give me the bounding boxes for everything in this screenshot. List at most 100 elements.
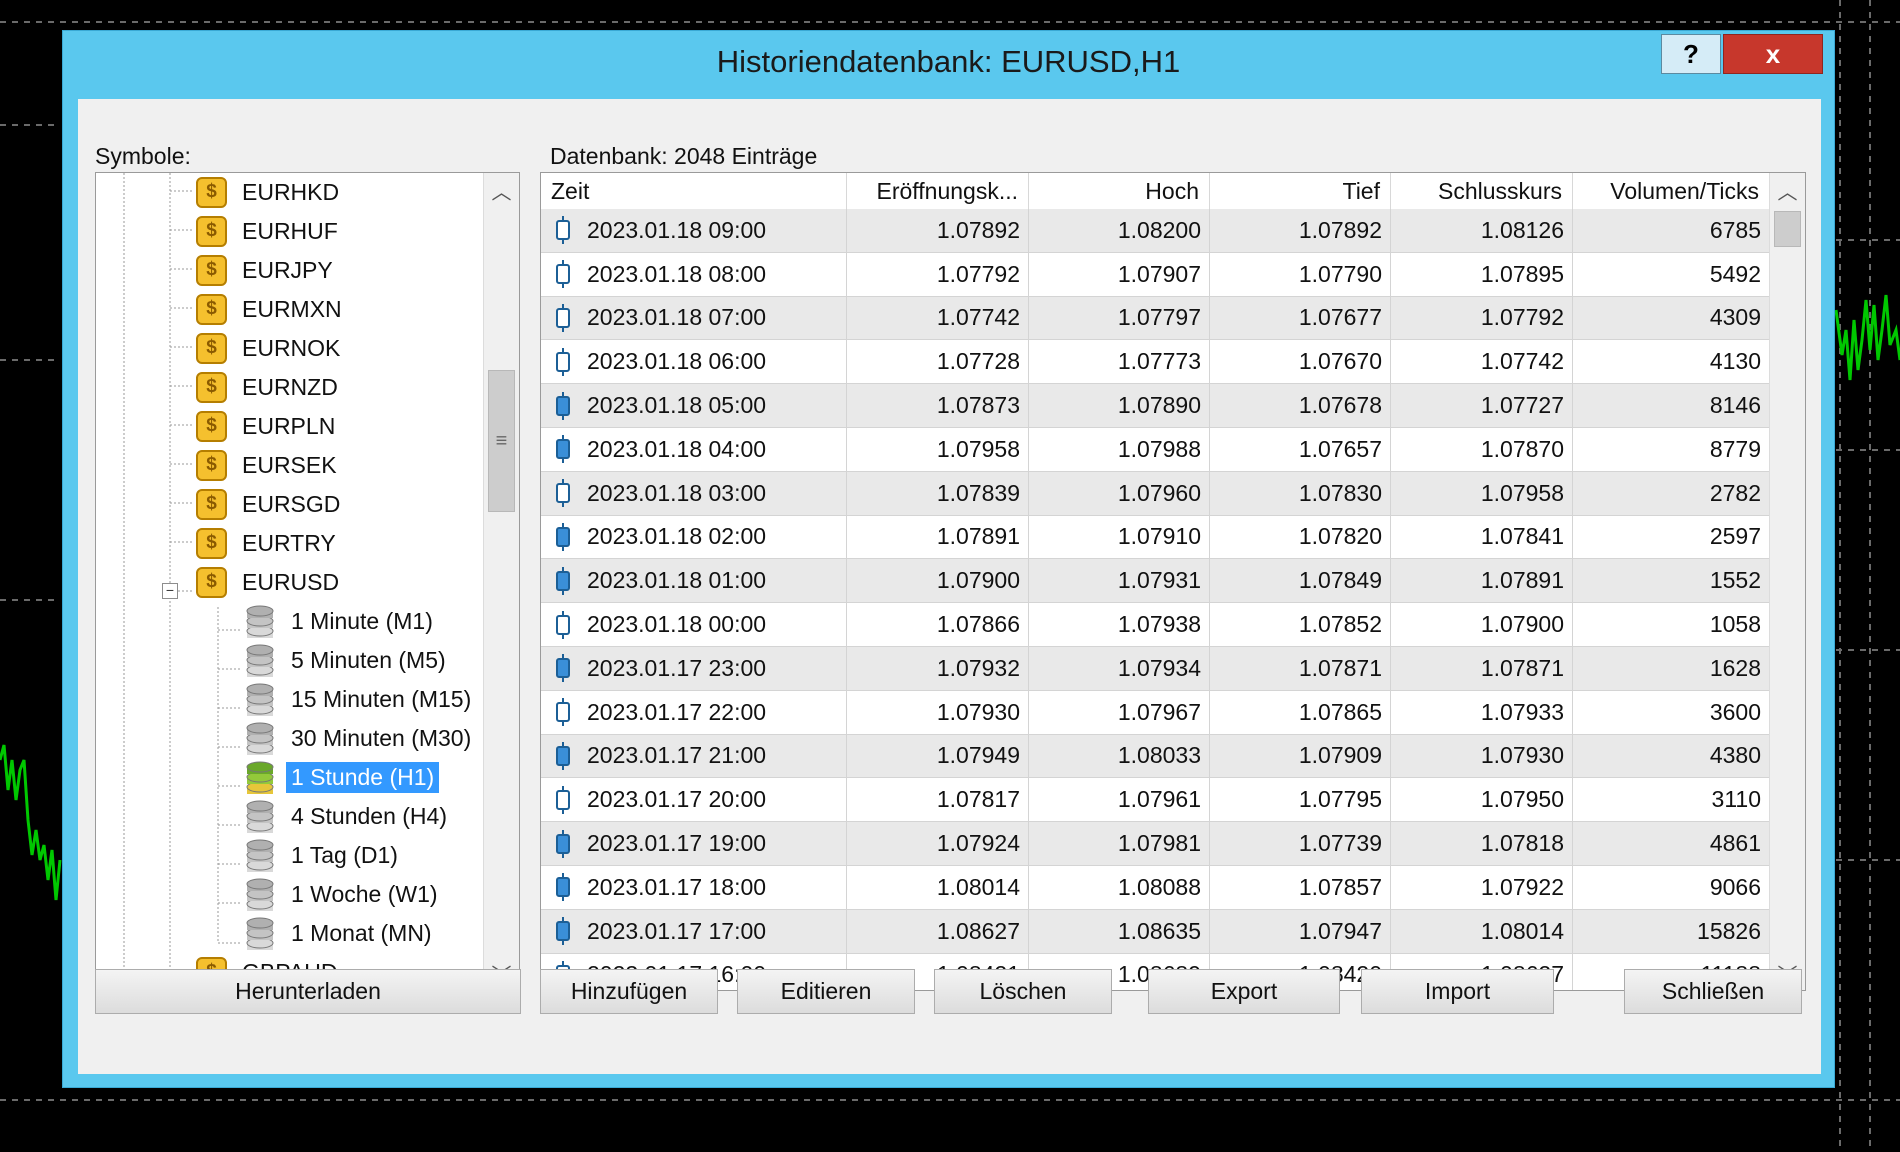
column-header[interactable]: Schlusskurs	[1391, 173, 1573, 209]
table-row[interactable]: 2023.01.18 02:00 1.07891 1.07910 1.07820 1.0…	[541, 515, 1770, 560]
tree-symbol-9[interactable]: $ EURTRY	[196, 524, 341, 562]
table-cell: 1.07909	[1210, 734, 1391, 779]
table-row[interactable]: 2023.01.18 07:00 1.07742 1.07797 1.07677 1.0…	[541, 296, 1770, 341]
table-cell: 4380	[1573, 734, 1770, 779]
table-row[interactable]: 2023.01.18 04:00 1.07958 1.07988 1.07657 1.0…	[541, 427, 1770, 472]
table-row[interactable]: 2023.01.17 23:00 1.07932 1.07934 1.07871 1.0…	[541, 646, 1770, 691]
table-cell: 1.07857	[1210, 865, 1391, 910]
database-icon	[246, 605, 274, 638]
table-cell: 2023.01.18 05:00	[541, 384, 847, 428]
table-cell: 1.07958	[1391, 471, 1573, 516]
table-row[interactable]: 2023.01.18 03:00 1.07839 1.07960 1.07830 1.0…	[541, 471, 1770, 516]
table-cell: 1.08635	[1029, 909, 1210, 954]
column-header[interactable]: Tief	[1210, 173, 1391, 209]
tree-timeframe-7[interactable]: 1 Woche (W1)	[244, 875, 443, 913]
download-button[interactable]: Herunterladen	[95, 969, 521, 1014]
edit-button[interactable]: Editieren	[737, 969, 915, 1014]
table-row[interactable]: 2023.01.17 17:00 1.08627 1.08635 1.07947 1.0…	[541, 909, 1770, 954]
table-cell: 2023.01.18 07:00	[541, 296, 847, 341]
table-scrollbar[interactable]: ︿ ﹀	[1769, 173, 1805, 990]
add-button[interactable]: Hinzufügen	[540, 969, 718, 1014]
table-row[interactable]: 2023.01.18 09:00 1.07892 1.08200 1.07892 1.0…	[541, 209, 1770, 253]
tree-timeframe-label: 15 Minuten (M15)	[291, 685, 472, 712]
column-header[interactable]: Volumen/Ticks	[1573, 173, 1770, 209]
table-row[interactable]: 2023.01.17 19:00 1.07924 1.07981 1.07739 1.0…	[541, 822, 1770, 866]
history-table[interactable]: Zeit Eröffnungsk... Hoch Tief Schlusskurs Vol…	[540, 172, 1806, 991]
table-row[interactable]: 2023.01.17 18:00 1.08014 1.08088 1.07857 1.0…	[541, 865, 1770, 910]
tree-symbol-label: EURMXN	[242, 295, 342, 322]
tree-timeframe-5[interactable]: 4 Stunden (H4)	[244, 797, 452, 835]
tree-timeframe-8[interactable]: 1 Monat (MN)	[244, 914, 437, 952]
close-window-button[interactable]: x	[1723, 34, 1823, 74]
table-cell: 1.07924	[847, 822, 1029, 866]
export-button[interactable]: Export	[1148, 969, 1340, 1014]
tree-symbol-5[interactable]: $ EURNZD	[196, 368, 343, 406]
table-row[interactable]: 2023.01.18 06:00 1.07728 1.07773 1.07670 1.0…	[541, 340, 1770, 385]
scroll-up-icon[interactable]: ︿	[1770, 173, 1805, 207]
table-row[interactable]: 2023.01.17 22:00 1.07930 1.07967 1.07865 1.0…	[541, 690, 1770, 735]
table-cell: 1.07960	[1029, 471, 1210, 516]
table-cell: 8779	[1573, 427, 1770, 472]
tree-timeframe-4[interactable]: 1 Stunde (H1)	[244, 758, 440, 796]
table-cell: 2023.01.18 08:00	[541, 252, 847, 297]
database-icon	[246, 800, 274, 833]
time-value: 2023.01.18 05:00	[587, 392, 767, 419]
scroll-up-icon[interactable]: ︿	[484, 173, 519, 207]
tree-symbol-3[interactable]: $ EURMXN	[196, 290, 347, 328]
symbol-tree[interactable]: − $ EURHKD $ EURHUF $ EURJPY $ EURMXN $ EURNOK $ EU…	[95, 172, 520, 991]
tree-timeframe-0[interactable]: 1 Minute (M1)	[244, 602, 438, 640]
table-row[interactable]: 2023.01.17 20:00 1.07817 1.07961 1.07795 1.0…	[541, 778, 1770, 823]
table-cell: 1.07852	[1210, 603, 1391, 647]
collapse-eurusd-icon[interactable]: −	[162, 583, 178, 599]
tree-scrollbar[interactable]: ︿ ≡ ﹀	[483, 173, 519, 990]
tree-timeframe-2[interactable]: 15 Minuten (M15)	[244, 680, 476, 718]
table-cell: 1.07931	[1029, 559, 1210, 604]
column-header[interactable]: Eröffnungsk...	[847, 173, 1029, 209]
table-cell: 1.07817	[847, 778, 1029, 823]
tree-timeframe-1[interactable]: 5 Minuten (M5)	[244, 641, 451, 679]
history-center-dialog: Historiendatenbank: EURUSD,H1 ? x Symbol…	[62, 30, 1835, 1088]
scroll-thumb[interactable]	[1774, 211, 1801, 247]
currency-coin-icon: $	[196, 449, 227, 481]
time-value: 2023.01.17 22:00	[587, 698, 767, 725]
table-cell: 1.07871	[1210, 646, 1391, 691]
tree-symbol-1[interactable]: $ EURHUF	[196, 212, 343, 250]
column-header[interactable]: Zeit	[541, 173, 847, 209]
table-row[interactable]: 2023.01.18 01:00 1.07900 1.07931 1.07849 1.0…	[541, 559, 1770, 604]
table-cell: 1.07790	[1210, 252, 1391, 297]
tree-symbol-7[interactable]: $ EURSEK	[196, 446, 342, 484]
scroll-thumb[interactable]: ≡	[488, 370, 515, 512]
delete-button[interactable]: Löschen	[934, 969, 1112, 1014]
column-header[interactable]: Hoch	[1029, 173, 1210, 209]
tree-symbol-10[interactable]: $ EURUSD	[196, 563, 344, 601]
database-icon	[246, 644, 274, 677]
table-row[interactable]: 2023.01.18 08:00 1.07792 1.07907 1.07790 1.0…	[541, 252, 1770, 297]
tree-symbol-4[interactable]: $ EURNOK	[196, 329, 345, 367]
currency-coin-icon: $	[196, 566, 227, 598]
tree-timeframe-3[interactable]: 30 Minuten (M30)	[244, 719, 476, 757]
tree-symbol-6[interactable]: $ EURPLN	[196, 407, 340, 445]
table-cell: 2597	[1573, 515, 1770, 560]
table-cell: 6785	[1573, 209, 1770, 253]
tree-symbol-0[interactable]: $ EURHKD	[196, 173, 344, 211]
currency-coin-icon: $	[196, 176, 227, 208]
close-button[interactable]: Schließen	[1624, 969, 1802, 1014]
tree-symbol-8[interactable]: $ EURSGD	[196, 485, 345, 523]
table-row[interactable]: 2023.01.18 00:00 1.07866 1.07938 1.07852 1.0…	[541, 603, 1770, 647]
table-cell: 1.07742	[1391, 340, 1573, 385]
table-cell: 1.08200	[1029, 209, 1210, 253]
database-icon	[246, 878, 274, 911]
time-value: 2023.01.17 18:00	[587, 873, 767, 900]
tree-symbol-label: EURNOK	[242, 334, 341, 361]
import-button[interactable]: Import	[1361, 969, 1554, 1014]
help-button[interactable]: ?	[1661, 34, 1721, 74]
tree-symbol-2[interactable]: $ EURJPY	[196, 251, 338, 289]
title-bar[interactable]: Historiendatenbank: EURUSD,H1 ? x	[63, 31, 1834, 97]
table-row[interactable]: 2023.01.17 21:00 1.07949 1.08033 1.07909 1.0…	[541, 734, 1770, 779]
table-cell: 2023.01.17 17:00	[541, 909, 847, 954]
table-cell: 1.07891	[1391, 559, 1573, 604]
time-value: 2023.01.17 20:00	[587, 786, 767, 813]
tree-timeframe-6[interactable]: 1 Tag (D1)	[244, 836, 403, 874]
table-row[interactable]: 2023.01.18 05:00 1.07873 1.07890 1.07678 1.0…	[541, 384, 1770, 428]
table-cell: 1.07910	[1029, 515, 1210, 560]
